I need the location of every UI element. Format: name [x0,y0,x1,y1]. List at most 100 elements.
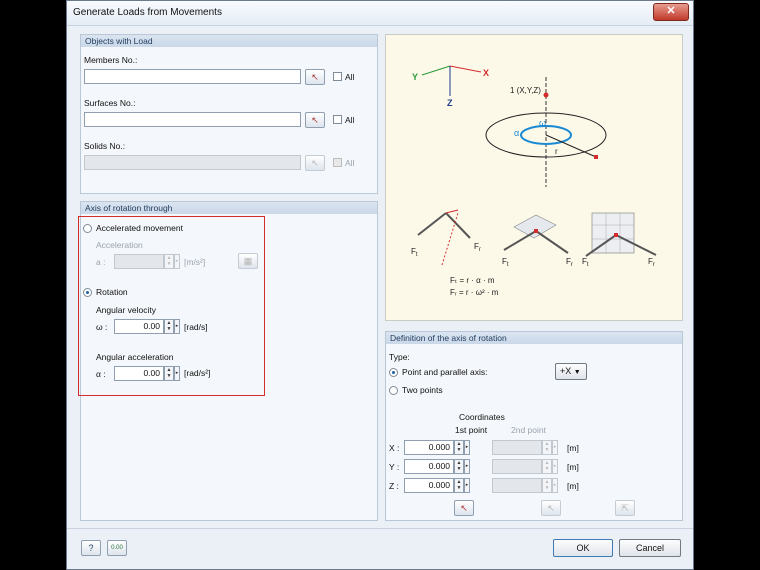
chevron-down-icon: ▼ [573,369,581,376]
acceleration-input[interactable] [114,254,164,269]
angular-velocity-menu-arrow[interactable]: ▸ [174,319,180,334]
axis-z-label: Z [447,98,453,108]
ft-label-2: Ft [502,257,509,268]
second-point-x-spinner[interactable]: ▲ ▼ [542,440,552,455]
first-point-x-input[interactable]: 0.000 [404,440,454,455]
angular-velocity-unit: [rad/s] [184,322,208,332]
ft-label-3: Ft [582,257,589,268]
angular-acceleration-label: Angular acceleration [96,352,174,362]
rotation-radio[interactable] [83,288,92,297]
two-points-label: Two points [402,385,443,395]
axis-point [543,92,549,98]
coord-row-x: X : 0.000 ▲ ▼ ▸ ▲ ▼ ▸ [m] [386,440,682,456]
bar-member-dashed [441,212,459,266]
fr-label-2: Fr [566,257,573,268]
cursor-pick-two-icon: ⇱ [621,503,629,513]
coord-unit: [m] [567,443,579,453]
surfaces-input[interactable] [84,112,301,127]
cursor-pick-icon: ↖ [547,503,555,513]
coord-unit: [m] [567,481,579,491]
pick-first-point-button[interactable]: ↖ [454,500,474,516]
second-point-z-input[interactable] [492,478,542,493]
formula-fr: Fᵣ = r · ω² · m [450,288,499,297]
ok-button[interactable]: OK [553,539,613,557]
title-bar: Generate Loads from Movements ✕ [67,1,693,26]
angular-velocity-input[interactable]: 0.00 [114,319,164,334]
coord-row-z: Z : 0.000 ▲ ▼ ▸ ▲ ▼ ▸ [m] [386,478,682,494]
solid-point [614,233,618,237]
alpha-label: α [514,128,519,138]
surfaces-all-label: All [345,115,355,125]
second-point-y-menu-arrow[interactable]: ▸ [552,459,558,474]
two-points-radio[interactable] [389,386,398,395]
second-point-x-input[interactable] [492,440,542,455]
surfaces-all-checkbox[interactable] [333,115,342,124]
members-all-checkbox[interactable] [333,72,342,81]
first-point-y-menu-arrow[interactable]: ▸ [464,459,470,474]
ft-label-1: Ft [411,247,418,258]
close-button[interactable]: ✕ [653,3,689,21]
coord-axis-label: Z : [389,481,399,491]
solids-pick-button[interactable]: ↖ [305,155,325,171]
members-pick-button[interactable]: ↖ [305,69,325,85]
units-button[interactable]: 0.00 [107,540,127,556]
acceleration-menu-arrow[interactable]: ▸ [174,254,180,269]
angular-acceleration-input[interactable]: 0.00 [114,366,164,381]
surfaces-pick-button[interactable]: ↖ [305,112,325,128]
axis-y-label: Y [412,72,418,82]
second-point-z-menu-arrow[interactable]: ▸ [552,478,558,493]
axis-select-dropdown[interactable]: +X ▼ [555,363,587,380]
help-button[interactable]: ? [81,540,101,556]
surfaces-label: Surfaces No.: [84,98,136,108]
surface-arrow-left [503,230,537,251]
angular-velocity-spinner[interactable]: ▲ ▼ [164,319,174,334]
coordinates-label: Coordinates [459,412,505,422]
solids-all-checkbox[interactable] [333,158,342,167]
angular-acceleration-menu-arrow[interactable]: ▸ [174,366,180,381]
accelerated-movement-radio[interactable] [83,224,92,233]
rotation-diagram-graphic: X Y Z 1 (X,Y,Z) α ω r Ft Fr Ft Fr Ft Fr … [411,65,657,297]
omega-symbol: ω : [96,322,108,332]
members-input[interactable] [84,69,301,84]
surface-arrow-right [535,230,569,254]
definition-group-header: Definition of the axis of rotation [386,332,682,344]
first-point-x-menu-arrow[interactable]: ▸ [464,440,470,455]
radius-label: r [555,147,558,156]
second-point-z-spinner[interactable]: ▲ ▼ [542,478,552,493]
coord-axis-label: X : [389,443,400,453]
solids-all-label: All [345,158,355,168]
acceleration-unit: [m/s²] [184,257,206,267]
cursor-pick-icon: ↖ [311,158,319,168]
cancel-button[interactable]: Cancel [619,539,681,557]
units-icon: 0.00 [111,545,123,551]
axis-point-label: 1 (X,Y,Z) [510,86,541,95]
mass-point [594,155,598,159]
pick-two-points-button[interactable]: ⇱ [615,500,635,516]
acceleration-spinner[interactable]: ▲ ▼ [164,254,174,269]
surface-point [534,229,538,233]
footer-divider [67,528,693,529]
second-point-x-menu-arrow[interactable]: ▸ [552,440,558,455]
first-point-y-input[interactable]: 0.000 [404,459,454,474]
first-point-x-spinner[interactable]: ▲ ▼ [454,440,464,455]
point-parallel-radio[interactable] [389,368,398,377]
point-parallel-label: Point and parallel axis: [402,367,488,377]
coord-axis-label: Y : [389,462,400,472]
type-label: Type: [389,352,410,362]
first-point-z-input[interactable]: 0.000 [404,478,454,493]
rotation-diagram: X Y Z 1 (X,Y,Z) α ω r Ft Fr Ft Fr Ft Fr … [385,34,683,321]
first-point-y-spinner[interactable]: ▲ ▼ [454,459,464,474]
members-all-label: All [345,72,355,82]
accelerated-movement-label: Accelerated movement [96,223,183,233]
bar-member [445,209,459,214]
second-point-y-input[interactable] [492,459,542,474]
pick-second-point-button[interactable]: ↖ [541,500,561,516]
first-point-z-menu-arrow[interactable]: ▸ [464,478,470,493]
omega-label: ω [539,118,546,128]
fr-label-3: Fr [648,257,655,268]
angular-acceleration-spinner[interactable]: ▲ ▼ [164,366,174,381]
solids-input[interactable] [84,155,301,170]
acceleration-edit-button[interactable]: ▦ [238,253,258,269]
second-point-y-spinner[interactable]: ▲ ▼ [542,459,552,474]
first-point-z-spinner[interactable]: ▲ ▼ [454,478,464,493]
